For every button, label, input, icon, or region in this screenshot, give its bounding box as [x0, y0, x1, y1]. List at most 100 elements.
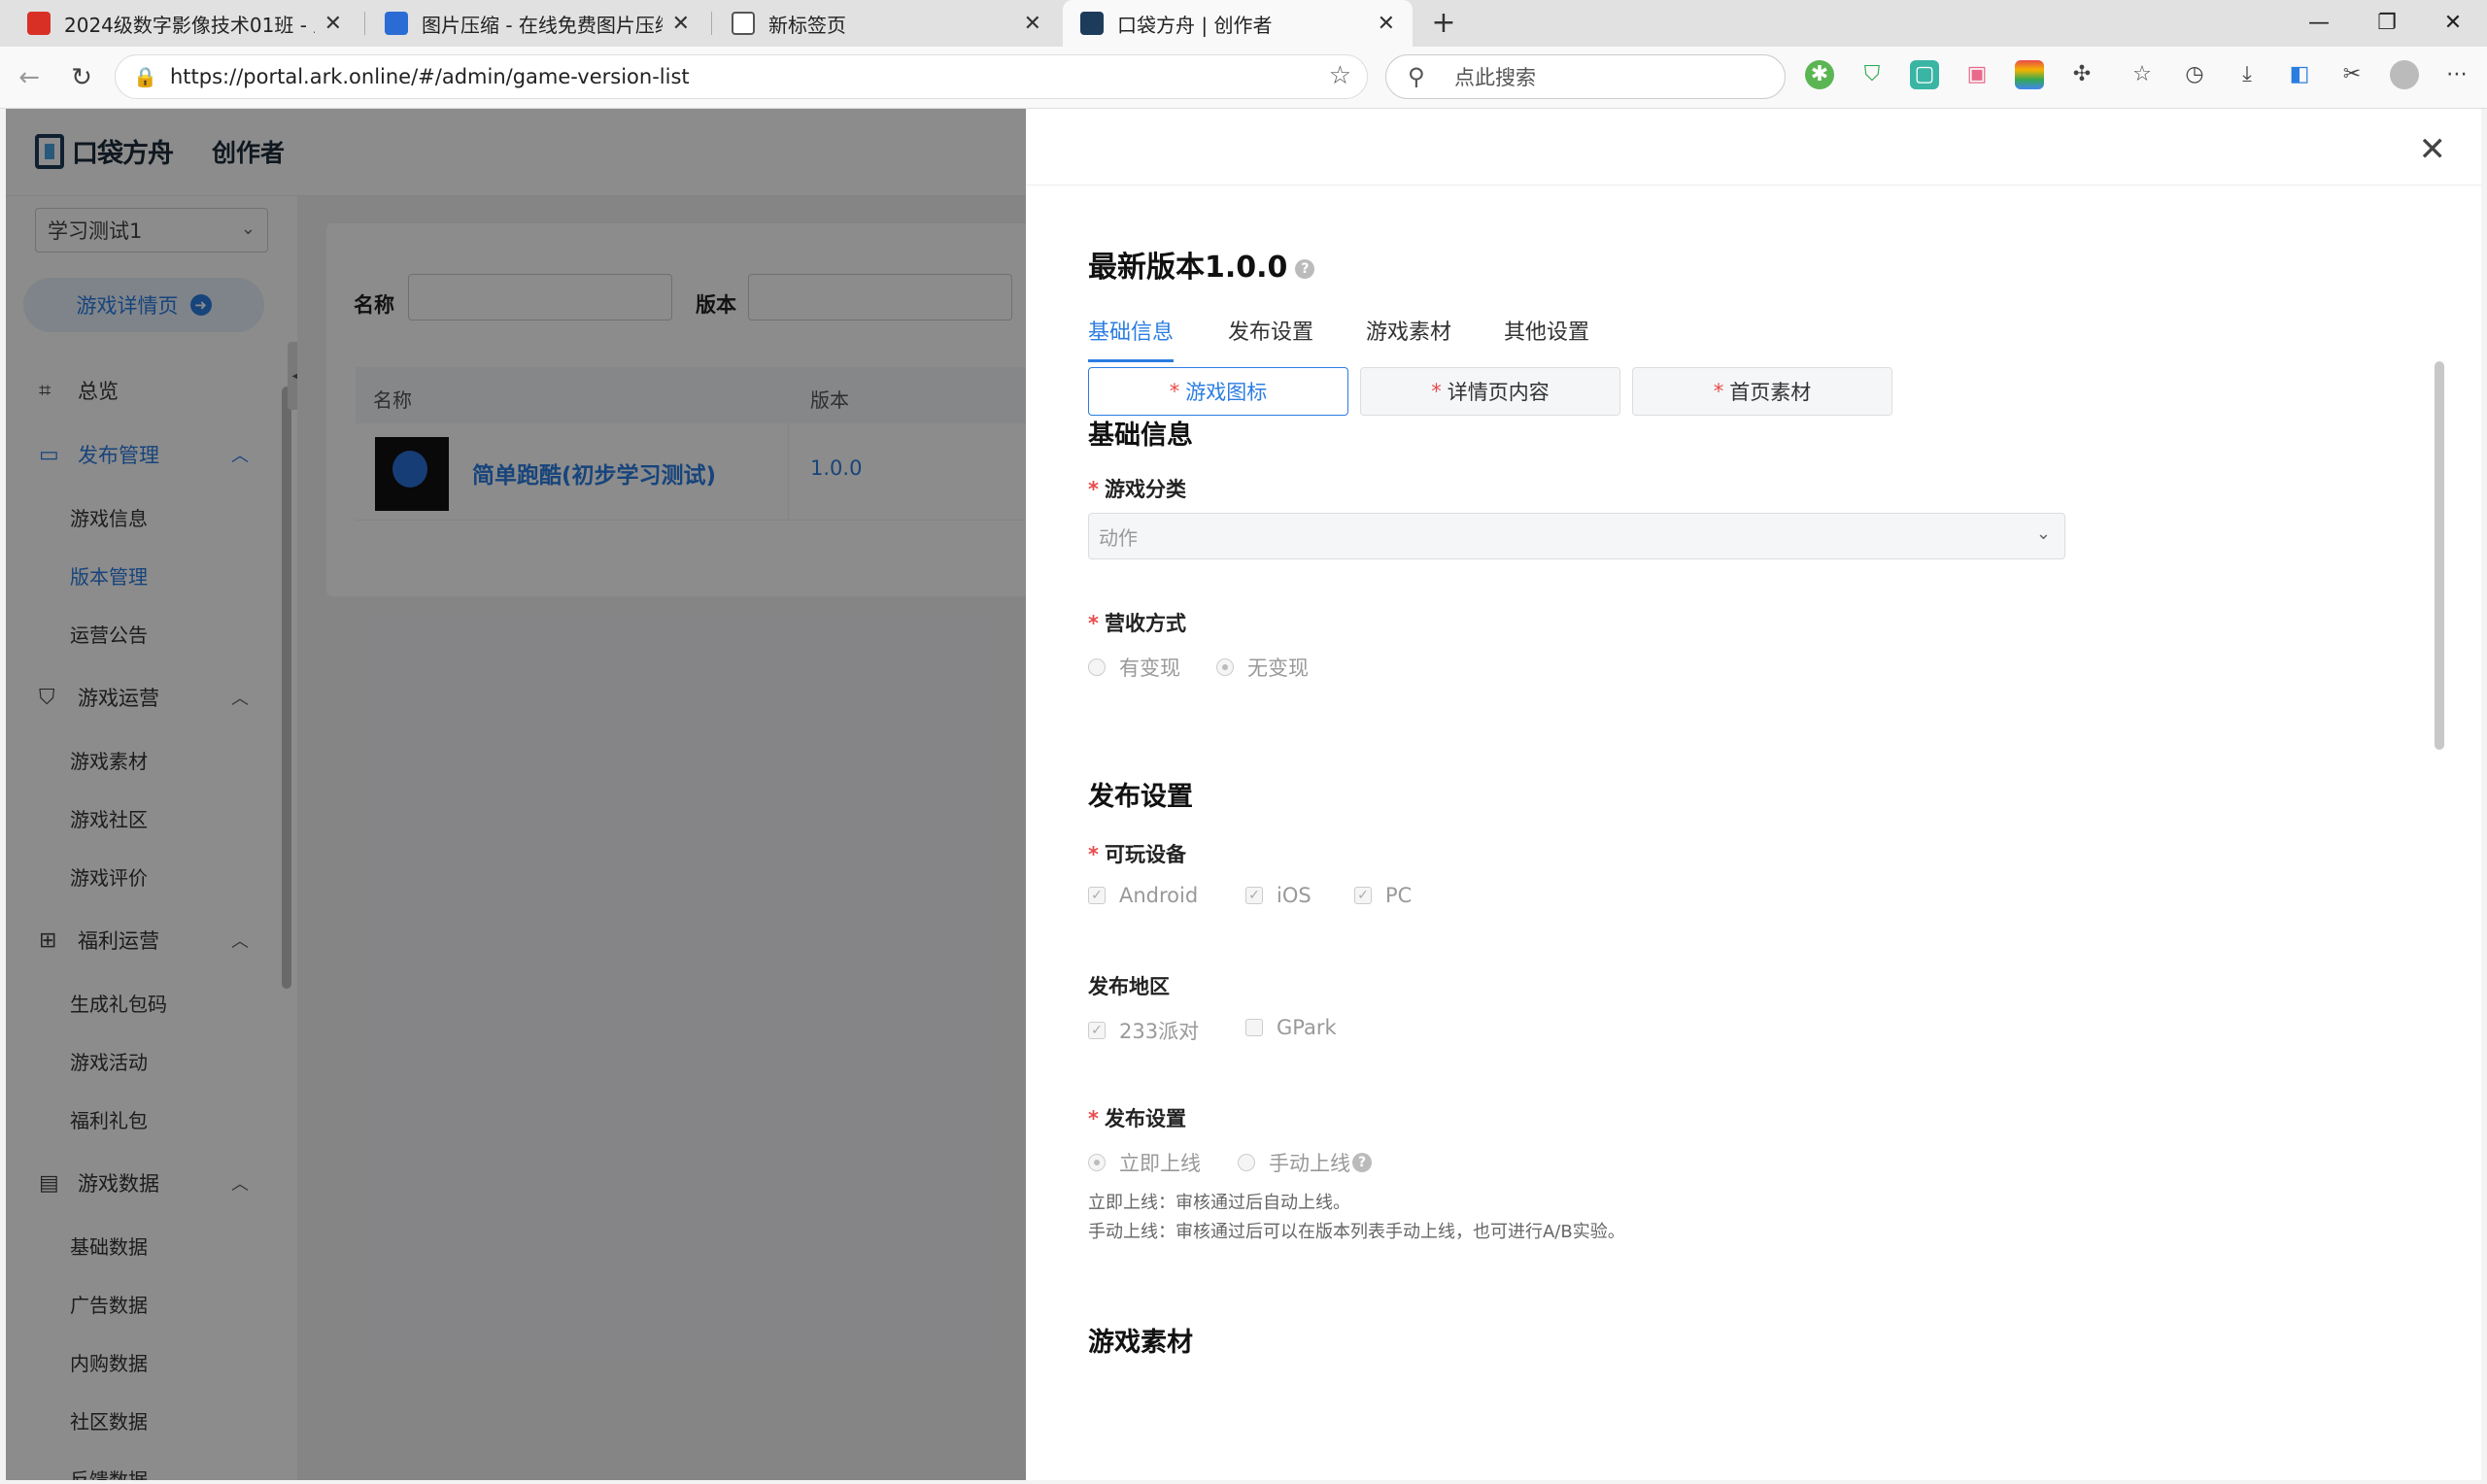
screenshot-icon[interactable]: ✂ — [2337, 60, 2367, 89]
close-tab-icon[interactable]: ✕ — [1024, 12, 1041, 36]
radio-release-immediately[interactable]: 立即上线 — [1088, 1148, 1201, 1177]
browser-tab[interactable]: 新标签页 ✕ — [714, 0, 1059, 47]
browser-tab-active[interactable]: 口袋方舟 | 创作者 ✕ — [1063, 0, 1413, 47]
version-detail-drawer: ✕ 最新版本1.0.0? 基础信息 发布设置 游戏素材 其他设置 * 游戏图标 *… — [1026, 109, 2481, 1480]
radio-circle — [1088, 658, 1106, 676]
checkbox-label: GPark — [1277, 1016, 1337, 1039]
address-bar[interactable]: 🔒 https://portal.ark.online/#/admin/game… — [115, 54, 1368, 99]
checkbox-label: PC — [1385, 884, 1413, 907]
checkbox-label: 233派对 — [1119, 1020, 1200, 1043]
checkbox-pc[interactable]: ✓ PC — [1354, 884, 1412, 907]
edge-collections-icon[interactable]: ◧ — [2285, 60, 2314, 89]
version-title: 最新版本1.0.0 — [1088, 251, 1288, 285]
required-mark: * — [1169, 380, 1180, 403]
tab-publish-settings[interactable]: 发布设置 — [1228, 315, 1313, 346]
browser-tab[interactable]: 2024级数字影像技术01班 - 上海市 ✕ — [10, 0, 359, 47]
lock-icon[interactable]: 🔒 — [133, 65, 157, 88]
close-icon[interactable]: ✕ — [2419, 130, 2447, 169]
checkbox-label: Android — [1119, 884, 1199, 907]
tab-title: 图片压缩 - 在线免费图片压缩软件 — [422, 13, 663, 37]
site-favicon-icon — [385, 12, 408, 35]
field-label-region: 发布地区 — [1088, 975, 1170, 998]
radio-release-manually[interactable]: 手动上线? — [1238, 1148, 1372, 1177]
extension-color-icon[interactable] — [2015, 60, 2044, 89]
shield-icon[interactable]: ⛉ — [1857, 60, 1887, 89]
field-label-release: * 发布设置 — [1088, 1103, 1186, 1132]
close-tab-icon[interactable]: ✕ — [324, 12, 342, 36]
extensions-puzzle-icon[interactable]: ✣ — [2067, 60, 2096, 89]
radio-label: 手动上线 — [1269, 1152, 1350, 1175]
minimize-icon[interactable]: — — [2285, 0, 2353, 47]
checkbox-233-party[interactable]: ✓ 233派对 — [1088, 1016, 1199, 1045]
close-tab-icon[interactable]: ✕ — [672, 12, 690, 36]
history-icon[interactable]: ◷ — [2180, 60, 2209, 89]
extension-pink-icon[interactable]: ▣ — [1962, 60, 1992, 89]
download-icon[interactable]: ⤓ — [2232, 60, 2262, 89]
help-icon[interactable]: ? — [1295, 258, 1315, 279]
checkbox-checked-icon: ✓ — [1245, 887, 1263, 904]
extension-green-icon[interactable]: ✱ — [1805, 60, 1834, 89]
more-menu-icon[interactable]: ⋯ — [2442, 60, 2471, 89]
checkbox-checked-icon: ✓ — [1088, 1022, 1106, 1039]
tab-basic-info[interactable]: 基础信息 — [1088, 315, 1175, 362]
checkbox-gpark[interactable]: GPark — [1245, 1016, 1337, 1039]
tab-title: 口袋方舟 | 创作者 — [1117, 13, 1273, 37]
checkbox-android[interactable]: ✓ Android — [1088, 884, 1198, 907]
profile-avatar-icon[interactable] — [2390, 60, 2419, 89]
tab-title: 新标签页 — [768, 13, 846, 37]
drawer-title: 最新版本1.0.0? — [1088, 243, 1315, 286]
browser-toolbar: ← ↻ 🔒 https://portal.ark.online/#/admin/… — [0, 47, 2487, 109]
required-mark: * — [1088, 1107, 1099, 1130]
new-tab-button[interactable]: + — [1424, 4, 1463, 43]
radio-circle — [1238, 1154, 1255, 1171]
favorite-star-icon[interactable]: ☆ — [1329, 61, 1351, 90]
tab-other-settings[interactable]: 其他设置 — [1504, 315, 1589, 346]
checkbox-checked-icon: ✓ — [1088, 887, 1106, 904]
chip-detail-content[interactable]: * 详情页内容 — [1360, 367, 1620, 416]
help-icon[interactable]: ? — [1352, 1153, 1372, 1172]
section-title-basic: 基础信息 — [1088, 421, 1193, 451]
url-text: https://portal.ark.online/#/admin/game-v… — [170, 65, 690, 88]
favorites-icon[interactable]: ☆ — [2128, 60, 2157, 89]
radio-circle-checked — [1216, 658, 1234, 676]
restore-icon[interactable]: ❐ — [2353, 0, 2421, 47]
checkbox-unchecked — [1245, 1019, 1263, 1036]
field-label-category: * 游戏分类 — [1088, 474, 1186, 503]
chip-game-icon[interactable]: * 游戏图标 — [1088, 367, 1348, 416]
required-mark: * — [1713, 380, 1724, 403]
drawer-scrollbar[interactable] — [2435, 361, 2444, 750]
field-label-text: 发布设置 — [1104, 1107, 1186, 1130]
required-mark: * — [1431, 380, 1442, 403]
field-label-devices: * 可玩设备 — [1088, 839, 1186, 868]
radio-monetized[interactable]: 有变现 — [1088, 653, 1180, 682]
field-label-text: 可玩设备 — [1104, 843, 1186, 866]
close-tab-icon[interactable]: ✕ — [1378, 12, 1395, 36]
checkbox-label: iOS — [1277, 884, 1312, 907]
required-mark: * — [1088, 612, 1099, 635]
chip-label: 详情页内容 — [1447, 381, 1550, 404]
section-title-assets: 游戏素材 — [1088, 1328, 1193, 1358]
chip-home-assets[interactable]: * 首页素材 — [1632, 367, 1892, 416]
close-window-icon[interactable]: ✕ — [2419, 0, 2487, 47]
checkbox-ios[interactable]: ✓ iOS — [1245, 884, 1312, 907]
release-hint-immediate: 立即上线：审核通过后自动上线。 — [1088, 1193, 1350, 1213]
field-label-text: 游戏分类 — [1104, 478, 1186, 501]
release-hint-manual: 手动上线：审核通过后可以在版本列表手动上线，也可进行A/B实验。 — [1088, 1222, 1625, 1242]
reload-icon[interactable]: ↻ — [62, 58, 101, 97]
radio-label: 无变现 — [1247, 657, 1309, 680]
required-mark: * — [1088, 843, 1099, 866]
newtab-favicon-icon — [732, 12, 755, 35]
category-select[interactable]: 动作 ⌄ — [1088, 513, 2065, 559]
chip-label: 游戏图标 — [1185, 381, 1268, 404]
extension-teal-icon[interactable]: ▢ — [1910, 60, 1939, 89]
required-mark: * — [1088, 478, 1099, 501]
browser-tab[interactable]: 图片压缩 - 在线免费图片压缩软件 ✕ — [367, 0, 707, 47]
radio-not-monetized[interactable]: 无变现 — [1216, 653, 1309, 682]
back-icon[interactable]: ← — [10, 58, 49, 97]
browser-search-box[interactable]: ⚲ 点此搜索 — [1385, 54, 1786, 99]
field-label-revenue: * 营收方式 — [1088, 608, 1186, 637]
tab-game-assets[interactable]: 游戏素材 — [1366, 315, 1451, 346]
app-window: 口袋方舟 创作者 学习测试1 ⌄ 游戏详情页 ➜ ⌗ 总览 ▭ 发布管理 ︿ 游… — [6, 109, 2481, 1480]
search-icon: ⚲ — [1408, 63, 1425, 90]
divider — [1026, 185, 2481, 186]
